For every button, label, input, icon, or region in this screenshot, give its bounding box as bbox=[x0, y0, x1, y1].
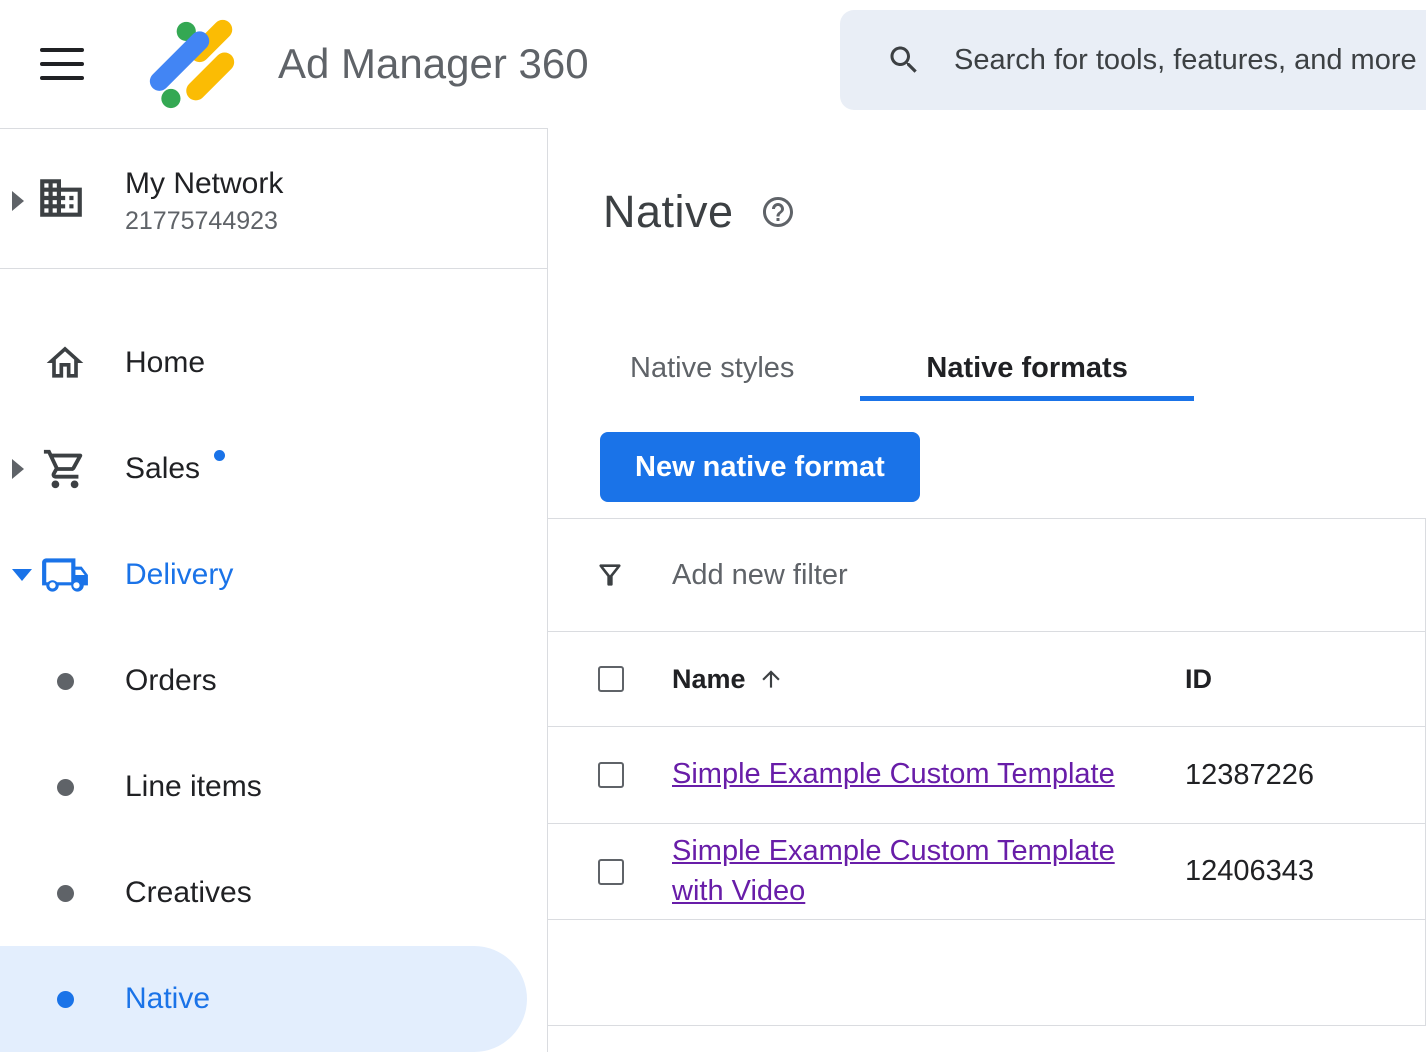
tab-bar: Native styles Native formats bbox=[564, 335, 1194, 401]
bullet-icon bbox=[57, 991, 74, 1008]
new-native-format-button[interactable]: New native format bbox=[600, 432, 920, 502]
network-id: 21775744923 bbox=[125, 207, 278, 236]
row-checkbox[interactable] bbox=[598, 859, 624, 885]
filter-icon bbox=[594, 559, 626, 591]
page-title: Native bbox=[603, 186, 734, 238]
tab-native-formats[interactable]: Native formats bbox=[860, 335, 1193, 401]
native-format-link[interactable]: Simple Example Custom Template bbox=[672, 758, 1115, 790]
sidebar-item-sales[interactable]: Sales bbox=[0, 416, 547, 522]
building-icon bbox=[36, 173, 86, 223]
sidebar-item-delivery[interactable]: Delivery bbox=[0, 522, 547, 628]
native-format-link[interactable]: Simple Example Custom Template with Vide… bbox=[672, 835, 1115, 906]
top-bar: Ad Manager 360 bbox=[0, 0, 1426, 128]
native-format-id: 12406343 bbox=[1185, 855, 1314, 887]
search-icon bbox=[886, 42, 922, 78]
sidebar-item-home[interactable]: Home bbox=[0, 310, 547, 416]
sidebar-item-label: Home bbox=[125, 346, 205, 380]
network-selector[interactable]: My Network 21775744923 bbox=[0, 129, 547, 269]
tab-native-styles[interactable]: Native styles bbox=[564, 335, 860, 401]
expand-down-icon[interactable] bbox=[12, 569, 32, 582]
column-header-label: Name bbox=[672, 664, 746, 695]
sidebar-item-label: Creatives bbox=[125, 876, 252, 910]
table-row: Simple Example Custom Template with Vide… bbox=[548, 824, 1425, 920]
native-format-id: 12387226 bbox=[1185, 759, 1314, 791]
search-input[interactable] bbox=[954, 44, 1426, 77]
search-bar[interactable] bbox=[840, 10, 1426, 110]
sidebar-item-label: Sales bbox=[125, 452, 200, 486]
home-icon bbox=[40, 341, 90, 385]
sidebar-item-label: Native bbox=[125, 982, 210, 1016]
sidebar-item-label: Orders bbox=[125, 664, 217, 698]
sidebar-item-label: Line items bbox=[125, 770, 262, 804]
cart-icon bbox=[40, 446, 90, 492]
row-checkbox[interactable] bbox=[598, 762, 624, 788]
ad-manager-logo[interactable] bbox=[146, 18, 238, 110]
sidebar-nav: Home Sales Delivery bbox=[0, 269, 547, 1052]
network-name: My Network bbox=[125, 167, 283, 201]
help-icon[interactable] bbox=[760, 194, 796, 230]
sort-up-icon bbox=[758, 666, 784, 692]
add-filter-row[interactable]: Add new filter bbox=[548, 519, 1425, 632]
notification-dot bbox=[214, 450, 225, 461]
app-title: Ad Manager 360 bbox=[278, 40, 589, 88]
bullet-icon bbox=[57, 673, 74, 690]
hamburger-menu-icon[interactable] bbox=[40, 38, 84, 90]
expand-right-icon[interactable] bbox=[12, 191, 25, 211]
sidebar-item-line-items[interactable]: Line items bbox=[0, 734, 547, 840]
select-all-checkbox[interactable] bbox=[598, 666, 624, 692]
sidebar-item-orders[interactable]: Orders bbox=[0, 628, 547, 734]
native-formats-table-card: Add new filter Name ID bbox=[548, 518, 1426, 1026]
bullet-icon bbox=[57, 779, 74, 796]
sidebar-item-native[interactable]: Native bbox=[0, 946, 527, 1052]
column-header-name[interactable]: Name bbox=[672, 664, 1145, 695]
sidebar: My Network 21775744923 Home Sales bbox=[0, 128, 548, 1052]
truck-icon bbox=[40, 550, 90, 600]
tab-label: Native styles bbox=[630, 352, 794, 385]
add-filter-label: Add new filter bbox=[672, 559, 848, 592]
table-empty-row bbox=[548, 920, 1425, 1026]
table-header-row: Name ID bbox=[548, 632, 1425, 727]
sidebar-item-creatives[interactable]: Creatives bbox=[0, 840, 547, 946]
sidebar-item-label: Delivery bbox=[125, 558, 233, 592]
table-row: Simple Example Custom Template 12387226 bbox=[548, 727, 1425, 824]
bullet-icon bbox=[57, 885, 74, 902]
tab-label: Native formats bbox=[926, 352, 1127, 385]
ad-manager-page: Ad Manager 360 My Network 21775744923 bbox=[0, 0, 1426, 1052]
main-content: Native Native styles Native formats New … bbox=[548, 128, 1426, 1052]
expand-right-icon[interactable] bbox=[12, 459, 25, 479]
page-title-row: Native bbox=[603, 186, 796, 238]
column-header-id: ID bbox=[1185, 664, 1212, 694]
